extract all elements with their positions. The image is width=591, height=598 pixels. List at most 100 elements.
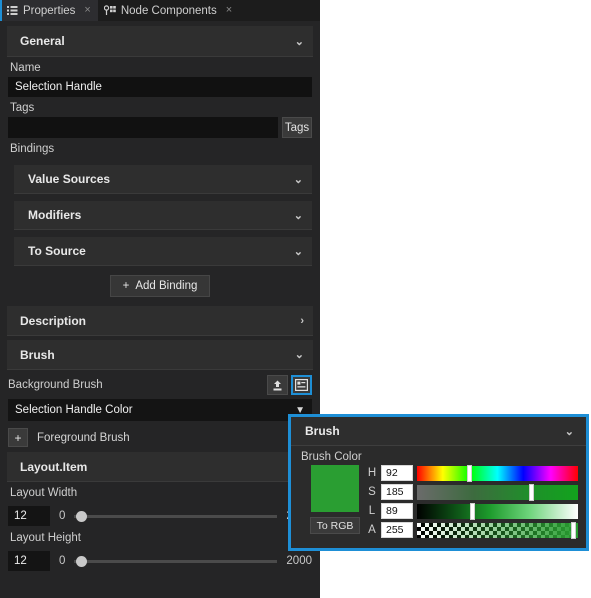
background-brush-value: Selection Handle Color: [15, 404, 133, 416]
channel-l-slider[interactable]: [417, 502, 578, 520]
swatch-column: To RGB: [309, 465, 361, 538]
channel-a-knob[interactable]: [571, 521, 577, 539]
channel-h-slider[interactable]: [417, 464, 578, 482]
node-icon: [103, 5, 116, 17]
section-description[interactable]: Description ›: [7, 306, 313, 336]
background-brush-row: Background Brush: [8, 374, 312, 396]
add-foreground-brush-button[interactable]: +: [8, 428, 28, 447]
channel-s-input[interactable]: 185: [381, 484, 413, 500]
name-label: Name: [10, 62, 41, 74]
tab-node-components[interactable]: Node Components ×: [98, 0, 239, 21]
channel-a-input[interactable]: 255: [381, 522, 413, 538]
brush-popup: Brush ⌄ Brush Color To RGB H 92 S 185 L …: [288, 414, 589, 551]
tags-label: Tags: [10, 102, 35, 114]
section-layout-item[interactable]: Layout.Item: [7, 452, 313, 482]
section-general[interactable]: General ⌄: [7, 26, 313, 57]
add-binding-row: + Add Binding: [0, 275, 320, 297]
tags-button[interactable]: Tags: [282, 117, 312, 138]
section-general-title: General: [20, 34, 65, 48]
section-layout-item-title: Layout.Item: [20, 459, 88, 474]
section-brush-title: Brush: [20, 347, 55, 362]
tab-node-components-label: Node Components: [120, 4, 217, 17]
tab-strip: Properties × Node Components ×: [0, 0, 320, 21]
to-rgb-button[interactable]: To RGB: [310, 517, 360, 534]
layout-width-min: 0: [59, 510, 66, 522]
channel-s-label: S: [368, 486, 376, 498]
tab-properties-close-icon[interactable]: ×: [84, 5, 90, 16]
tab-node-components-close-icon[interactable]: ×: [226, 5, 232, 16]
chevron-down-icon: ⌄: [293, 209, 303, 222]
add-binding-button[interactable]: + Add Binding: [109, 275, 211, 297]
binding-group-to-source[interactable]: To Source ⌄: [14, 237, 312, 266]
section-description-title: Description: [20, 313, 87, 328]
channel-l-label: L: [368, 505, 376, 517]
color-swatch[interactable]: [311, 465, 359, 512]
binding-group-to-source-title: To Source: [28, 244, 86, 258]
layout-width-label: Layout Width: [10, 487, 78, 499]
channel-row-h: H 92: [367, 464, 578, 482]
tags-row: Tags: [8, 117, 312, 138]
slider-knob[interactable]: [76, 510, 88, 522]
upload-icon[interactable]: [267, 375, 288, 395]
binding-group-modifiers[interactable]: Modifiers ⌄: [14, 201, 312, 230]
tab-properties-label: Properties: [23, 4, 76, 17]
channel-h-label: H: [367, 467, 377, 479]
screenshot-root: Properties × Node Components × General ⌄…: [0, 0, 591, 598]
layout-height-max: 2000: [286, 555, 312, 567]
layout-width-row: 12 0 2000: [8, 505, 312, 527]
layout-width-slider[interactable]: [74, 509, 278, 523]
channel-s-slider[interactable]: [417, 483, 578, 501]
properties-panel: Properties × Node Components × General ⌄…: [0, 0, 320, 598]
slider-track: [74, 514, 278, 518]
lightness-gradient: [417, 503, 578, 519]
tags-input[interactable]: [8, 117, 278, 138]
brush-color-label: Brush Color: [301, 451, 362, 463]
channel-s-knob[interactable]: [528, 483, 534, 501]
alpha-gradient: [417, 522, 578, 538]
slider-knob[interactable]: [76, 555, 88, 567]
channel-h-knob[interactable]: [466, 464, 472, 482]
tab-properties[interactable]: Properties ×: [0, 0, 98, 21]
chevron-down-icon: ⌄: [293, 173, 303, 186]
panel-icon[interactable]: [291, 375, 312, 395]
layout-height-min: 0: [59, 555, 66, 567]
saturation-gradient: [417, 484, 578, 500]
layout-height-slider[interactable]: [74, 554, 278, 568]
background-brush-label: Background Brush: [8, 379, 103, 391]
chevron-right-icon: ›: [300, 314, 304, 327]
chevron-down-icon: ⌄: [294, 35, 304, 48]
layout-height-input[interactable]: 12: [8, 551, 50, 571]
brush-popup-header[interactable]: Brush ⌄: [291, 417, 586, 446]
chevron-down-icon: ⌄: [293, 245, 303, 258]
hue-gradient: [417, 465, 578, 481]
channel-row-s: S 185: [367, 483, 578, 501]
section-brush[interactable]: Brush ⌄: [7, 340, 313, 370]
name-input[interactable]: Selection Handle: [8, 77, 312, 97]
binding-group-value-sources-title: Value Sources: [28, 172, 111, 186]
foreground-brush-label: Foreground Brush: [37, 431, 130, 444]
brush-color-area: To RGB H 92 S 185 L 89 A 255: [291, 464, 586, 539]
layout-height-label: Layout Height: [10, 532, 81, 544]
plus-icon: +: [122, 280, 130, 292]
bindings-label: Bindings: [10, 143, 55, 155]
channel-l-knob[interactable]: [469, 502, 475, 520]
layout-height-row: 12 0 2000: [8, 550, 312, 572]
channel-a-slider[interactable]: [417, 521, 578, 539]
background-brush-select[interactable]: Selection Handle Color ▼: [8, 399, 312, 421]
channel-h-input[interactable]: 92: [381, 465, 413, 481]
add-binding-label: Add Binding: [135, 280, 198, 292]
channel-row-a: A 255: [367, 521, 578, 539]
chevron-down-icon: ⌄: [294, 349, 304, 361]
binding-group-value-sources[interactable]: Value Sources ⌄: [14, 165, 312, 194]
binding-group-modifiers-title: Modifiers: [28, 208, 82, 222]
list-icon: [6, 5, 18, 17]
channel-row-l: L 89: [367, 502, 578, 520]
channel-l-input[interactable]: 89: [381, 503, 413, 519]
brush-popup-title: Brush: [305, 424, 340, 438]
foreground-brush-row: + Foreground Brush: [8, 427, 320, 448]
chevron-down-icon: ⌄: [564, 425, 574, 438]
channel-rows: H 92 S 185 L 89 A 255: [367, 464, 578, 539]
layout-width-input[interactable]: 12: [8, 506, 50, 526]
slider-track: [74, 559, 278, 563]
channel-a-label: A: [368, 524, 376, 536]
